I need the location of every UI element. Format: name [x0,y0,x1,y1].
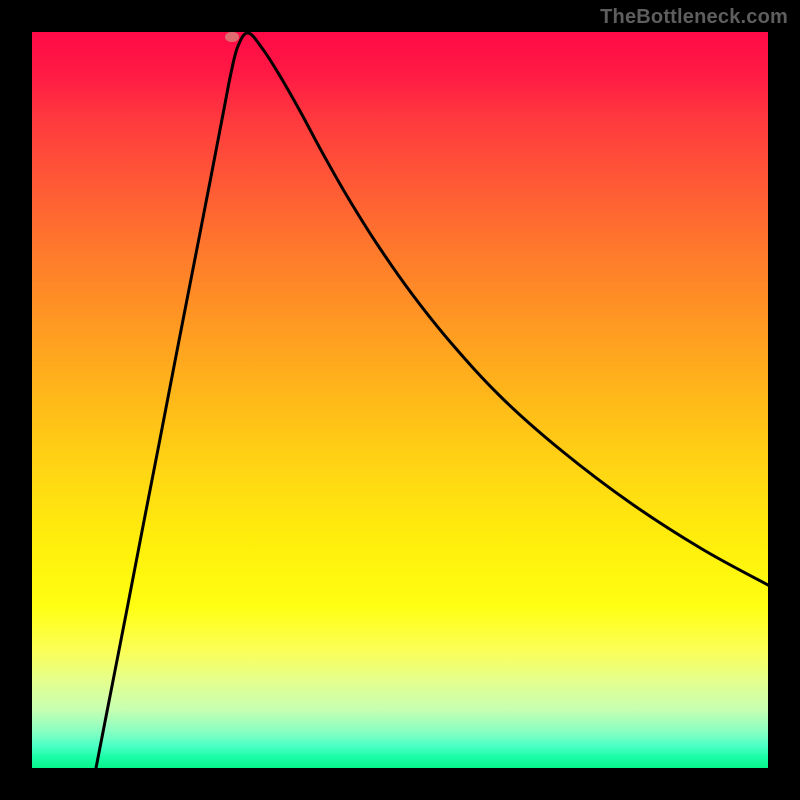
chart-plot-area [32,32,768,768]
bottleneck-curve [32,32,768,768]
watermark-text: TheBottleneck.com [600,6,788,29]
minimum-marker [225,32,239,42]
